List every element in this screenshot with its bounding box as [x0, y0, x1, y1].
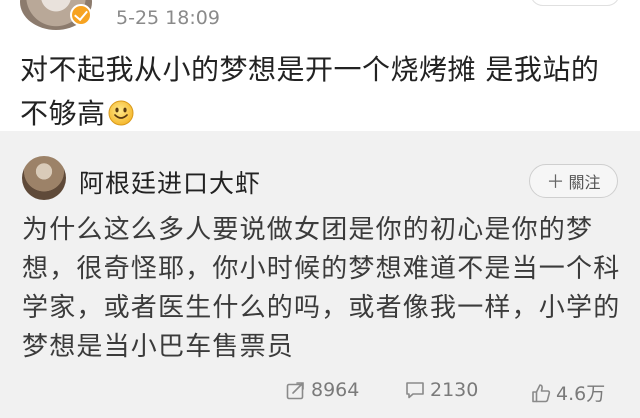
retweet-text: 为什么这么多人要说做女团是你的初心是你的梦想，很奇怪耶，你小时候的梦想难道不是当…	[22, 215, 621, 362]
like-button[interactable]: 4.6万	[530, 379, 605, 406]
retweeted-post[interactable]: 阿根廷进口大虾 ＋ 關注 为什么这么多人要说做女团是你的初心是你的梦想，很奇怪耶…	[0, 143, 640, 418]
verified-badge-icon	[70, 4, 92, 26]
comment-button[interactable]: 2130	[404, 379, 478, 401]
plus-icon: ＋	[546, 172, 565, 193]
post-menu-button[interactable]	[530, 0, 620, 6]
post-timestamp: 5-25 18:09	[116, 7, 220, 29]
retweet-author-avatar[interactable]	[22, 156, 66, 200]
thumbs-up-icon	[532, 383, 551, 402]
stats-bar: 8964 2130 4.6万	[0, 375, 640, 407]
follow-button[interactable]: ＋ 關注	[529, 164, 618, 198]
original-post-card: 5-25 18:09 对不起我从小的梦想是开一个烧烤摊 是我站的不够高	[0, 0, 640, 131]
like-count: 4.6万	[556, 383, 606, 405]
share-button[interactable]: 8964	[285, 379, 359, 401]
post-text-block: 对不起我从小的梦想是开一个烧烤摊 是我站的不够高	[20, 48, 620, 136]
follow-label: 關注	[568, 173, 601, 192]
retweet-author-name[interactable]: 阿根廷进口大虾	[79, 164, 261, 200]
share-icon	[286, 382, 304, 400]
smiley-icon	[108, 95, 134, 126]
share-count: 8964	[311, 379, 360, 401]
comment-count: 2130	[430, 379, 479, 401]
comment-icon	[406, 382, 424, 399]
